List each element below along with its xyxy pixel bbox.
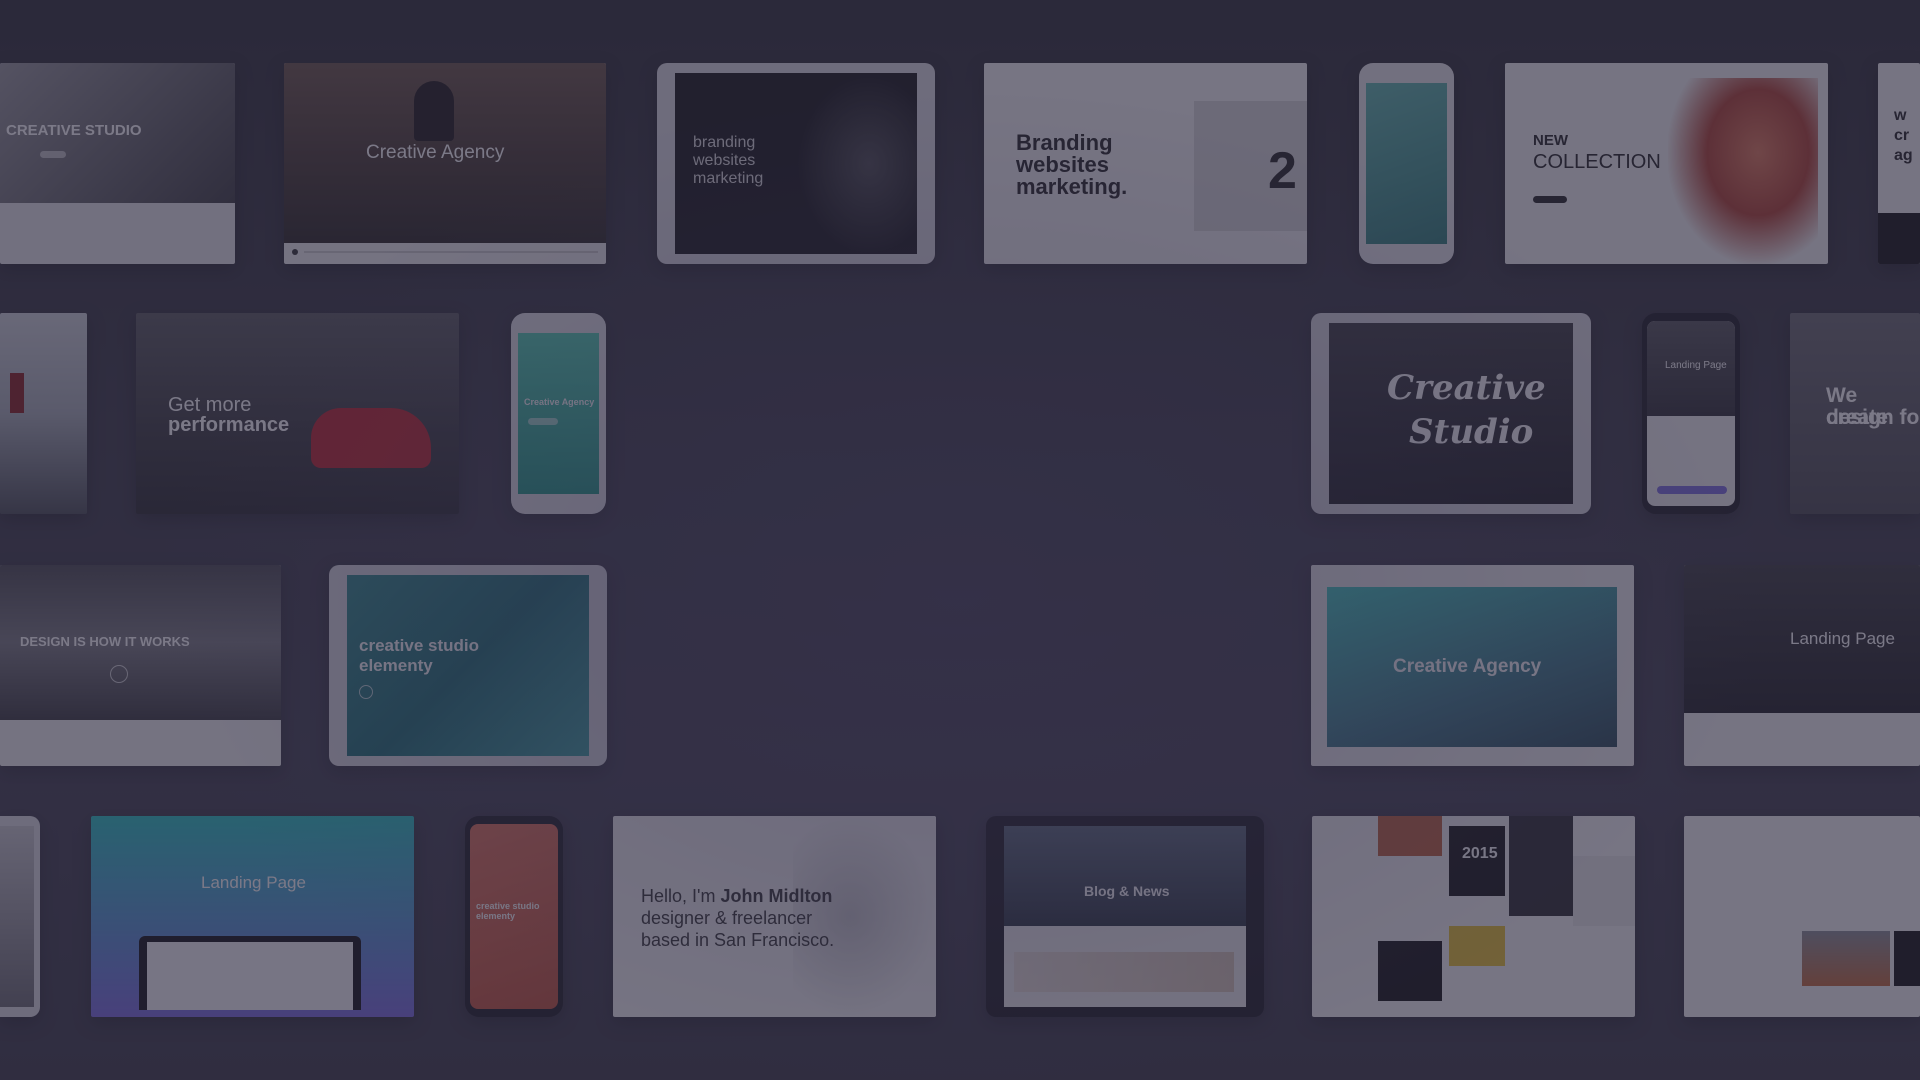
mockup-line-2: Studio [1409,412,1534,452]
mockup-line-1: NEW [1533,132,1568,149]
mockup-portfolio-grid: 2015 [1312,816,1635,1017]
mockup-title: Landing Page [1665,360,1727,371]
mockup-button [528,418,558,425]
mockup-title: DESIGN IS HOW IT WORKS [20,634,190,649]
play-icon [110,665,128,683]
mockup-phone-agency: Creative Agency [511,313,606,514]
mockup-title: Creative Agency [524,397,595,407]
mockup-tagline-3: marketing [693,170,764,187]
mockup-creative-studio: CREATIVE STUDIO [0,63,235,264]
mockup-landing-page-2: Landing Page [91,816,414,1017]
mockup-john-midlton: Hello, I'm John Midlton designer & freel… [613,816,936,1017]
mockup-tablet-creative-studio: Creative Studio [1311,313,1591,514]
mockup-title: Landing Page [1790,629,1895,648]
mockup-tagline-3: marketing. [1016,174,1128,199]
mockup-line-1: creative studio [359,636,479,655]
mockup-line-2: elementy [476,911,516,921]
mockup-title: CREATIVE STUDIO [6,122,142,139]
mockup-title: Blog & News [1084,883,1170,899]
mockup-branding-web: Branding websites marketing. 2 [984,63,1307,264]
mockup-performance: Get more performance [136,313,459,514]
mockup-intro: Hello, I'm John Midlton [641,886,832,908]
mockup-intro-name: John Midlton [720,886,833,906]
mockup-mountain-hiker [0,313,87,514]
mockup-line-1: Get more [168,394,252,416]
mockup-intro-prefix: Hello, I'm [641,886,721,906]
mockup-creative-agency: Creative Agency [284,63,606,264]
mockup-line-2: cr [1894,127,1910,144]
mockup-phone-elementy: creative studio elementy [465,816,563,1017]
mockup-phone-landing: Landing Page [1642,313,1740,514]
mockup-number: 2 [1268,142,1297,200]
mockup-line-2: design fo [1826,406,1920,429]
mockup-tagline-1: branding [693,134,756,151]
mockup-intro-line-2: designer & freelancer [641,908,813,928]
mockup-footer-nav [284,245,606,259]
mockup-line-3: ag [1894,147,1913,164]
mockup-year: 2015 [1462,845,1498,862]
mockup-phone-teal [1359,63,1454,264]
play-icon [359,685,373,699]
mockup-tagline-2: websites [693,152,756,169]
mockup-tablet-left-edge [0,816,40,1017]
mockup-line-2: elementy [359,656,433,675]
mockup-landing-page-1: Landing Page [1684,565,1920,766]
mockup-line-2: COLLECTION [1533,151,1661,173]
mockup-tablet-blog: Blog & News [986,816,1264,1017]
mockup-design-how: DESIGN IS HOW IT WORKS [0,565,281,766]
mockup-far-right-bottom [1684,816,1920,1017]
mockup-line-1: w [1894,107,1907,124]
mockup-we-create: We create design fo [1790,313,1920,514]
mockup-tablet-elementy: creative studio elementy [329,565,607,766]
mockup-new-collection: NEW COLLECTION [1505,63,1828,264]
mockup-title: Creative Agency [366,142,505,163]
mockup-creative-agency-2: Creative Agency [1311,565,1634,766]
mockup-button [1533,196,1567,203]
mockup-collage: CREATIVE STUDIO Creative Agency branding… [0,0,1920,1080]
mockup-title: Creative Agency [1393,656,1542,677]
mockup-line-1: Creative [1387,368,1546,408]
mockup-line-2: performance [168,414,290,436]
mockup-button [40,151,66,158]
mockup-intro-line-3: based in San Francisco. [641,930,835,950]
mockup-title: Landing Page [201,873,306,892]
mockup-tablet-branding: branding websites marketing [657,63,935,264]
mockup-far-right-top: w cr ag [1878,63,1920,264]
